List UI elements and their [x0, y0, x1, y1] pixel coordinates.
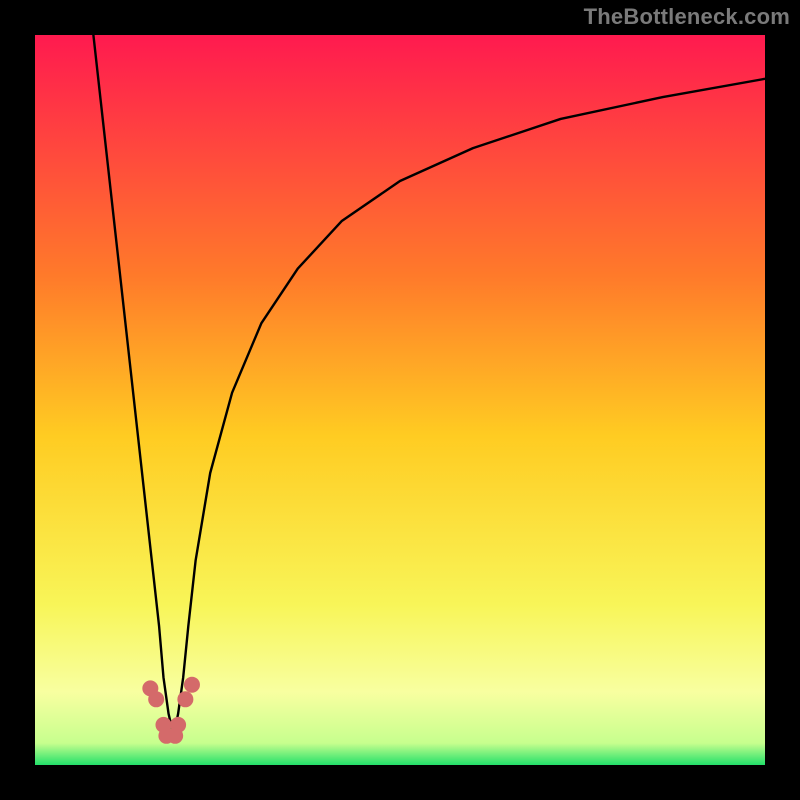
marker-dot [184, 677, 200, 693]
curve-layer [35, 35, 765, 765]
marker-dot [170, 717, 186, 733]
marker-dot [148, 691, 164, 707]
plot-area [35, 35, 765, 765]
chart-frame: TheBottleneck.com [0, 0, 800, 800]
bottleneck-curve [93, 35, 765, 736]
highlight-dots [142, 677, 200, 744]
marker-dot [177, 691, 193, 707]
watermark-text: TheBottleneck.com [584, 4, 790, 30]
